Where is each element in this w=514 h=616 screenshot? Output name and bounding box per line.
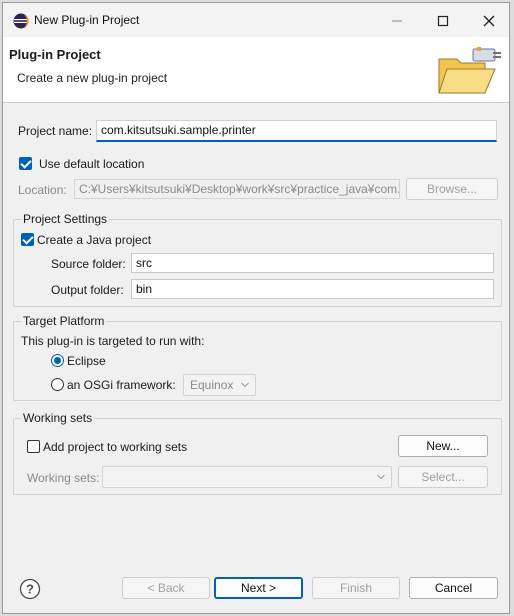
output-folder-label: Output folder: bbox=[51, 283, 124, 297]
add-to-working-sets-checkbox[interactable] bbox=[27, 440, 40, 453]
wizard-folder-icon bbox=[438, 47, 501, 94]
new-plugin-project-dialog: New Plug-in Project Plug-in Project Crea… bbox=[2, 2, 510, 614]
page-description: Create a new plug-in project bbox=[17, 71, 168, 85]
use-default-location-checkbox[interactable] bbox=[19, 157, 32, 170]
page-title: Plug-in Project bbox=[9, 47, 101, 62]
osgi-framework-label: an OSGi framework: bbox=[67, 378, 176, 392]
maximize-icon bbox=[437, 15, 449, 27]
cancel-button[interactable]: Cancel bbox=[409, 577, 498, 599]
wizard-header: Plug-in Project Create a new plug-in pro… bbox=[3, 37, 509, 103]
eclipse-radio-label: Eclipse bbox=[67, 354, 106, 368]
location-label: Location: bbox=[18, 183, 67, 197]
working-sets-title: Working sets bbox=[21, 411, 95, 425]
source-folder-input[interactable]: src bbox=[131, 253, 494, 273]
location-input[interactable]: C:¥Users¥kitsutsuki¥Desktop¥work¥src¥pra… bbox=[74, 179, 400, 199]
eclipse-radio[interactable] bbox=[51, 354, 64, 367]
title-bar[interactable]: New Plug-in Project bbox=[3, 3, 509, 37]
create-java-project-checkbox[interactable] bbox=[21, 233, 34, 246]
maximize-button[interactable] bbox=[421, 9, 465, 33]
eclipse-icon bbox=[13, 13, 29, 29]
browse-button[interactable]: Browse... bbox=[406, 178, 498, 200]
minimize-button[interactable] bbox=[375, 9, 419, 33]
working-sets-select[interactable] bbox=[102, 466, 392, 488]
back-button[interactable]: < Back bbox=[122, 577, 210, 599]
minimize-icon bbox=[392, 20, 402, 22]
target-platform-title: Target Platform bbox=[21, 314, 107, 328]
next-button[interactable]: Next > bbox=[214, 577, 303, 599]
source-folder-label: Source folder: bbox=[51, 257, 126, 271]
osgi-framework-radio[interactable] bbox=[51, 378, 64, 391]
chevron-down-icon bbox=[241, 382, 249, 388]
working-sets-label: Working sets: bbox=[27, 471, 100, 485]
add-to-working-sets-label: Add project to working sets bbox=[43, 440, 188, 454]
help-icon[interactable]: ? bbox=[19, 578, 41, 600]
window-title: New Plug-in Project bbox=[34, 13, 140, 27]
osgi-framework-select[interactable]: Equinox bbox=[183, 374, 256, 396]
target-platform-prompt: This plug-in is targeted to run with: bbox=[21, 334, 205, 348]
create-java-project-label: Create a Java project bbox=[37, 233, 152, 247]
project-name-input[interactable]: com.kitsutsuki.sample.printer bbox=[96, 120, 497, 142]
chevron-down-icon bbox=[377, 474, 385, 480]
select-working-sets-button[interactable]: Select... bbox=[398, 466, 488, 488]
project-settings-title: Project Settings bbox=[21, 212, 110, 226]
close-button[interactable] bbox=[467, 9, 511, 33]
close-icon bbox=[483, 15, 495, 27]
new-working-set-button[interactable]: New... bbox=[398, 435, 488, 457]
finish-button[interactable]: Finish bbox=[312, 577, 400, 599]
project-name-label: Project name: bbox=[18, 124, 93, 138]
svg-text:?: ? bbox=[26, 582, 34, 597]
output-folder-input[interactable]: bin bbox=[131, 279, 494, 299]
use-default-location-label: Use default location bbox=[39, 157, 145, 171]
osgi-framework-value: Equinox bbox=[190, 378, 234, 392]
